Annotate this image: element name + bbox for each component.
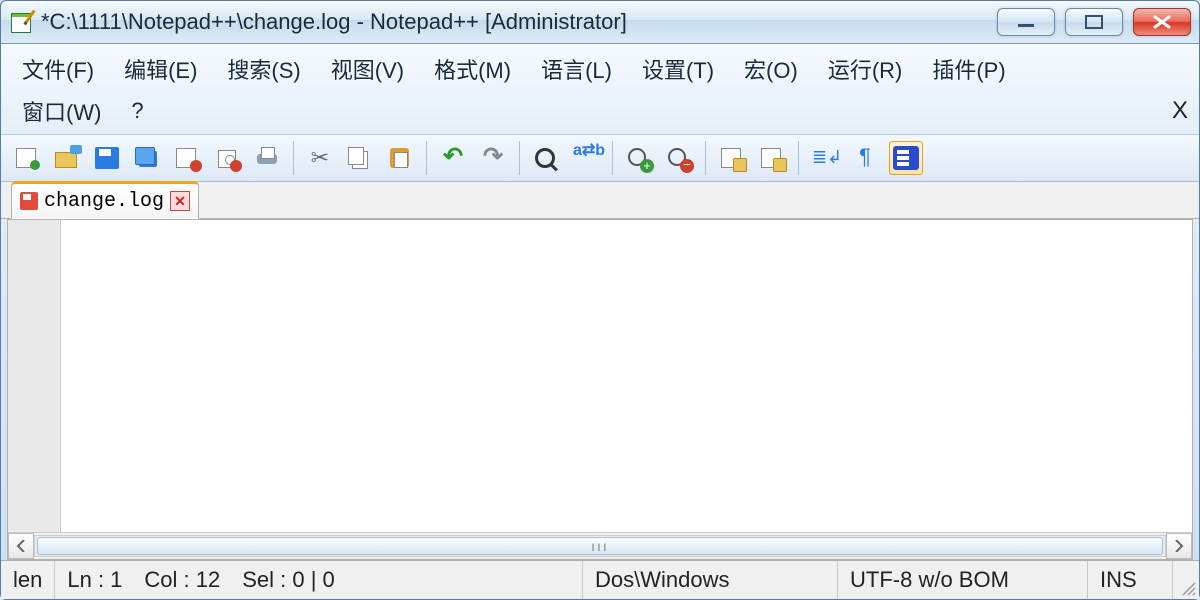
app-icon xyxy=(11,11,33,33)
zoom-in-icon xyxy=(626,146,652,170)
paste-icon xyxy=(387,146,413,170)
tab-label: change.log xyxy=(44,190,164,213)
window-title: *C:\1111\Notepad++\change.log - Notepad+… xyxy=(41,9,997,35)
cut-icon: ✂ xyxy=(307,146,333,170)
status-selection: Sel : 0 | 0 xyxy=(242,567,335,593)
status-insert-mode: INS xyxy=(1088,561,1173,599)
paste-icon[interactable] xyxy=(384,142,416,174)
save-icon xyxy=(94,146,120,170)
undo-icon: ↶ xyxy=(440,146,466,170)
status-eol: Dos\Windows xyxy=(583,561,838,599)
title-bar[interactable]: *C:\1111\Notepad++\change.log - Notepad+… xyxy=(1,1,1199,44)
menu-help[interactable]: ? xyxy=(116,93,158,129)
open-file-icon xyxy=(54,146,80,170)
save-all-icon xyxy=(134,146,160,170)
find-icon xyxy=(533,146,559,170)
status-bar: len Ln : 1 Col : 12 Sel : 0 | 0 Dos\Wind… xyxy=(1,560,1199,599)
menu-edit[interactable]: 编辑(E) xyxy=(109,48,212,90)
resize-grip[interactable] xyxy=(1173,561,1199,599)
new-file-icon xyxy=(14,146,40,170)
menu-run[interactable]: 运行(R) xyxy=(813,48,918,90)
toolbar-separator xyxy=(798,141,799,175)
editor-frame: ııı xyxy=(7,219,1193,560)
close-all-icon xyxy=(214,146,240,170)
toolbar-separator xyxy=(612,141,613,175)
toolbar-separator xyxy=(426,141,427,175)
tab-modified-icon xyxy=(20,192,38,210)
line-number-gutter xyxy=(8,220,61,532)
menu-plugins[interactable]: 插件(P) xyxy=(917,48,1020,90)
scroll-right-button[interactable] xyxy=(1166,533,1192,559)
menu-settings[interactable]: 设置(T) xyxy=(627,48,729,90)
new-file-icon[interactable] xyxy=(11,142,43,174)
status-encoding: UTF-8 w/o BOM xyxy=(838,561,1088,599)
menu-view[interactable]: 视图(V) xyxy=(316,48,419,90)
zoom-out-icon xyxy=(666,146,692,170)
print-icon xyxy=(254,146,280,170)
menu-row-1: 文件(F) 编辑(E) 搜索(S) 视图(V) 格式(M) 语言(L) 设置(T… xyxy=(7,48,1193,90)
scroll-thumb[interactable]: ııı xyxy=(37,537,1163,555)
sync-v-icon xyxy=(719,146,745,170)
editor-body xyxy=(8,220,1192,532)
close-file-icon xyxy=(174,146,200,170)
menu-search[interactable]: 搜索(S) xyxy=(212,48,315,90)
function-list-icon[interactable] xyxy=(889,141,923,175)
redo-icon[interactable]: ↷ xyxy=(477,142,509,174)
tab-strip: change.log ✕ xyxy=(1,182,1199,219)
document-tab[interactable]: change.log ✕ xyxy=(11,181,199,219)
toolbar-separator xyxy=(293,141,294,175)
status-position: Ln : 1 Col : 12 Sel : 0 | 0 xyxy=(55,561,583,599)
replace-icon[interactable]: a⇄b xyxy=(570,142,602,174)
menu-bar: 文件(F) 编辑(E) 搜索(S) 视图(V) 格式(M) 语言(L) 设置(T… xyxy=(1,44,1199,135)
sync-h-icon[interactable] xyxy=(756,142,788,174)
close-file-icon[interactable] xyxy=(171,142,203,174)
toolbar: ✂ ↶ ↷ a⇄b ≣↲ ¶ xyxy=(1,135,1199,182)
tab-close-button[interactable]: ✕ xyxy=(170,191,190,211)
scroll-track[interactable]: ııı xyxy=(34,535,1166,557)
status-length: len xyxy=(1,561,55,599)
cut-icon[interactable]: ✂ xyxy=(304,142,336,174)
maximize-button[interactable] xyxy=(1065,8,1123,36)
minimize-button[interactable] xyxy=(997,8,1055,36)
menu-language[interactable]: 语言(L) xyxy=(526,48,627,90)
text-editor[interactable] xyxy=(61,220,1192,532)
menu-macro[interactable]: 宏(O) xyxy=(729,48,813,90)
scroll-left-button[interactable] xyxy=(8,533,34,559)
zoom-in-icon[interactable] xyxy=(623,142,655,174)
status-line: Ln : 1 xyxy=(67,567,122,593)
undo-icon[interactable]: ↶ xyxy=(437,142,469,174)
find-icon[interactable] xyxy=(530,142,562,174)
menu-format[interactable]: 格式(M) xyxy=(419,48,526,90)
mdi-close-button[interactable]: X xyxy=(1167,98,1193,124)
menu-window[interactable]: 窗口(W) xyxy=(7,90,116,132)
function-list-icon xyxy=(893,146,919,170)
copy-icon[interactable] xyxy=(344,142,376,174)
status-column: Col : 12 xyxy=(144,567,220,593)
window-controls xyxy=(997,8,1191,36)
show-symbols-icon: ¶ xyxy=(852,146,878,170)
close-button[interactable] xyxy=(1133,8,1191,36)
toolbar-separator xyxy=(519,141,520,175)
show-symbols-icon[interactable]: ¶ xyxy=(849,142,881,174)
open-file-icon[interactable] xyxy=(51,142,83,174)
word-wrap-icon[interactable]: ≣↲ xyxy=(809,142,841,174)
horizontal-scrollbar[interactable]: ııı xyxy=(8,532,1192,559)
app-window: *C:\1111\Notepad++\change.log - Notepad+… xyxy=(0,0,1200,600)
zoom-out-icon[interactable] xyxy=(663,142,695,174)
print-icon[interactable] xyxy=(251,142,283,174)
close-all-icon[interactable] xyxy=(211,142,243,174)
save-icon[interactable] xyxy=(91,142,123,174)
save-all-icon[interactable] xyxy=(131,142,163,174)
sync-v-icon[interactable] xyxy=(716,142,748,174)
replace-icon: a⇄b xyxy=(573,146,599,170)
toolbar-separator xyxy=(705,141,706,175)
copy-icon xyxy=(347,146,373,170)
menu-row-2: 窗口(W) ? X xyxy=(7,90,1193,132)
word-wrap-icon: ≣↲ xyxy=(812,146,838,170)
menu-file[interactable]: 文件(F) xyxy=(7,48,109,90)
redo-icon: ↷ xyxy=(480,146,506,170)
sync-h-icon xyxy=(759,146,785,170)
